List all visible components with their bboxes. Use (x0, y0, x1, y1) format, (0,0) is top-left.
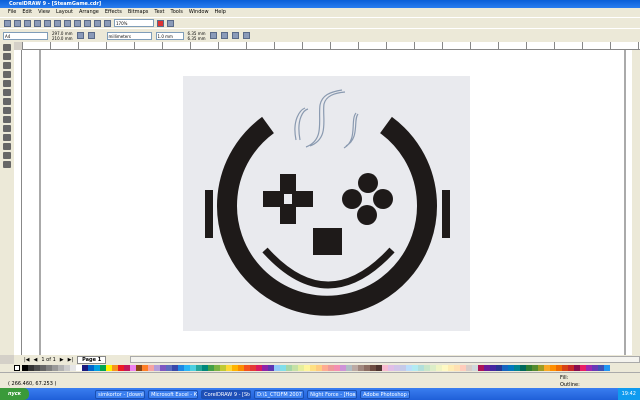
menu-view[interactable]: View (38, 8, 50, 17)
snap-grid-icon[interactable] (209, 32, 217, 39)
taskbar-button[interactable]: Microsoft Excel - Кни... (148, 389, 199, 399)
vertical-scrollbar[interactable] (632, 50, 640, 355)
transparency-tool-icon[interactable] (3, 134, 11, 141)
import-icon[interactable] (94, 19, 101, 27)
center-square (313, 228, 342, 255)
zoom-select[interactable]: 170% (114, 19, 154, 27)
knife-tool-icon[interactable] (3, 62, 11, 69)
duplicate-y-field[interactable]: 6.35 mm (188, 36, 206, 41)
fill-tool-icon[interactable] (3, 161, 11, 168)
undo-icon[interactable] (74, 19, 81, 27)
page-tab[interactable]: Page 1 (77, 355, 107, 364)
dpad-center (284, 194, 292, 204)
shape-tool-icon[interactable] (3, 53, 11, 60)
taskbar-button[interactable]: Adobe Photoshop CS (360, 389, 411, 399)
units-select[interactable]: millimeters (106, 31, 152, 40)
last-page-button[interactable]: ▶| (68, 357, 74, 363)
interactive-fill-icon[interactable] (3, 125, 11, 132)
menu-arrange[interactable]: Arrange (79, 8, 99, 17)
artwork[interactable] (22, 50, 632, 355)
start-button[interactable]: пуск (0, 388, 30, 400)
fill-label: Fill: (560, 375, 569, 381)
paste-icon[interactable] (64, 19, 71, 27)
corel-app-icon[interactable] (157, 19, 164, 27)
snap-objects-icon[interactable] (231, 32, 239, 39)
print-icon[interactable] (34, 19, 41, 27)
prev-page-button[interactable]: ◀ (34, 357, 38, 363)
ellipse-tool-icon[interactable] (3, 98, 11, 105)
outline-tool-icon[interactable] (3, 152, 11, 159)
taskbar-button[interactable]: CorelDRAW 9 - [Stea... (201, 389, 252, 399)
open-icon[interactable] (14, 19, 21, 27)
taskbar: пуск simkortor - [download]Microsoft Exc… (0, 388, 640, 400)
menu-window[interactable]: Window (189, 8, 209, 17)
polygon-tool-icon[interactable] (3, 107, 11, 114)
next-page-button[interactable]: ▶ (60, 357, 64, 363)
color-swatch[interactable] (604, 365, 610, 371)
menu-bar: File Edit View Layout Arrange Effects Bitmaps T… (0, 8, 640, 17)
menu-text[interactable]: Text (154, 8, 164, 17)
copy-icon[interactable] (54, 19, 61, 27)
rectangle-tool-icon[interactable] (3, 89, 11, 96)
menu-layout[interactable]: Layout (56, 8, 73, 17)
snap-guidelines-icon[interactable] (220, 32, 228, 39)
title-bar: CorelDRAW 9 - [SteamGame.cdr] (0, 0, 640, 8)
property-bar: A4 297.0 mm 210.0 mm millimeters 1.0 mm … (0, 28, 640, 42)
standard-toolbar: 170% (0, 17, 640, 28)
page-navigator: |◀ ◀ 1 of 1 ▶ ▶| Page 1 (14, 355, 640, 364)
taskbar-button[interactable]: D:\1_CTOFM 2007 - D... (254, 389, 305, 399)
no-fill-swatch[interactable] (14, 365, 20, 371)
drawing-canvas[interactable] (22, 50, 632, 355)
right-ear-bar (442, 190, 450, 238)
menu-bitmaps[interactable]: Bitmaps (128, 8, 149, 17)
landscape-icon[interactable] (87, 32, 95, 39)
system-tray-clock: 19:42 (617, 388, 640, 400)
portrait-icon[interactable] (76, 32, 84, 39)
help-icon[interactable] (167, 19, 174, 27)
eyedropper-tool-icon[interactable] (3, 143, 11, 150)
pick-tool-icon[interactable] (3, 44, 11, 51)
menu-effects[interactable]: Effects (105, 8, 122, 17)
zoom-tool-icon[interactable] (3, 71, 11, 78)
freehand-tool-icon[interactable] (3, 80, 11, 87)
taskbar-button[interactable]: simkortor - [download] (95, 389, 146, 399)
redo-icon[interactable] (84, 19, 91, 27)
taskbar-button[interactable]: Night Force - [Нова T... (307, 389, 358, 399)
vertical-ruler[interactable] (14, 50, 22, 355)
text-tool-icon[interactable] (3, 116, 11, 123)
paper-type-select[interactable]: A4 (3, 31, 48, 40)
horizontal-ruler[interactable] (22, 42, 640, 50)
toolbox (0, 42, 14, 355)
menu-help[interactable]: Help (215, 8, 226, 17)
first-page-button[interactable]: |◀ (24, 357, 30, 363)
menu-file[interactable]: File (8, 8, 16, 17)
menu-edit[interactable]: Edit (22, 8, 32, 17)
new-icon[interactable] (4, 19, 11, 27)
cut-icon[interactable] (44, 19, 51, 27)
save-icon[interactable] (24, 19, 31, 27)
horizontal-scrollbar[interactable] (130, 356, 640, 363)
status-bar: ( 266.460, 67.253 ) Fill: Outline: (0, 372, 640, 388)
export-icon[interactable] (104, 19, 111, 27)
cursor-coordinates: ( 266.460, 67.253 ) (8, 381, 57, 387)
nudge-field[interactable]: 1.0 mm (155, 31, 184, 40)
menu-tools[interactable]: Tools (171, 8, 183, 17)
options-icon[interactable] (242, 32, 250, 39)
color-palette (0, 364, 640, 372)
left-ear-bar (205, 190, 213, 238)
page-height-field[interactable]: 210.0 mm (52, 36, 73, 41)
page-counter: 1 of 1 (41, 356, 56, 363)
